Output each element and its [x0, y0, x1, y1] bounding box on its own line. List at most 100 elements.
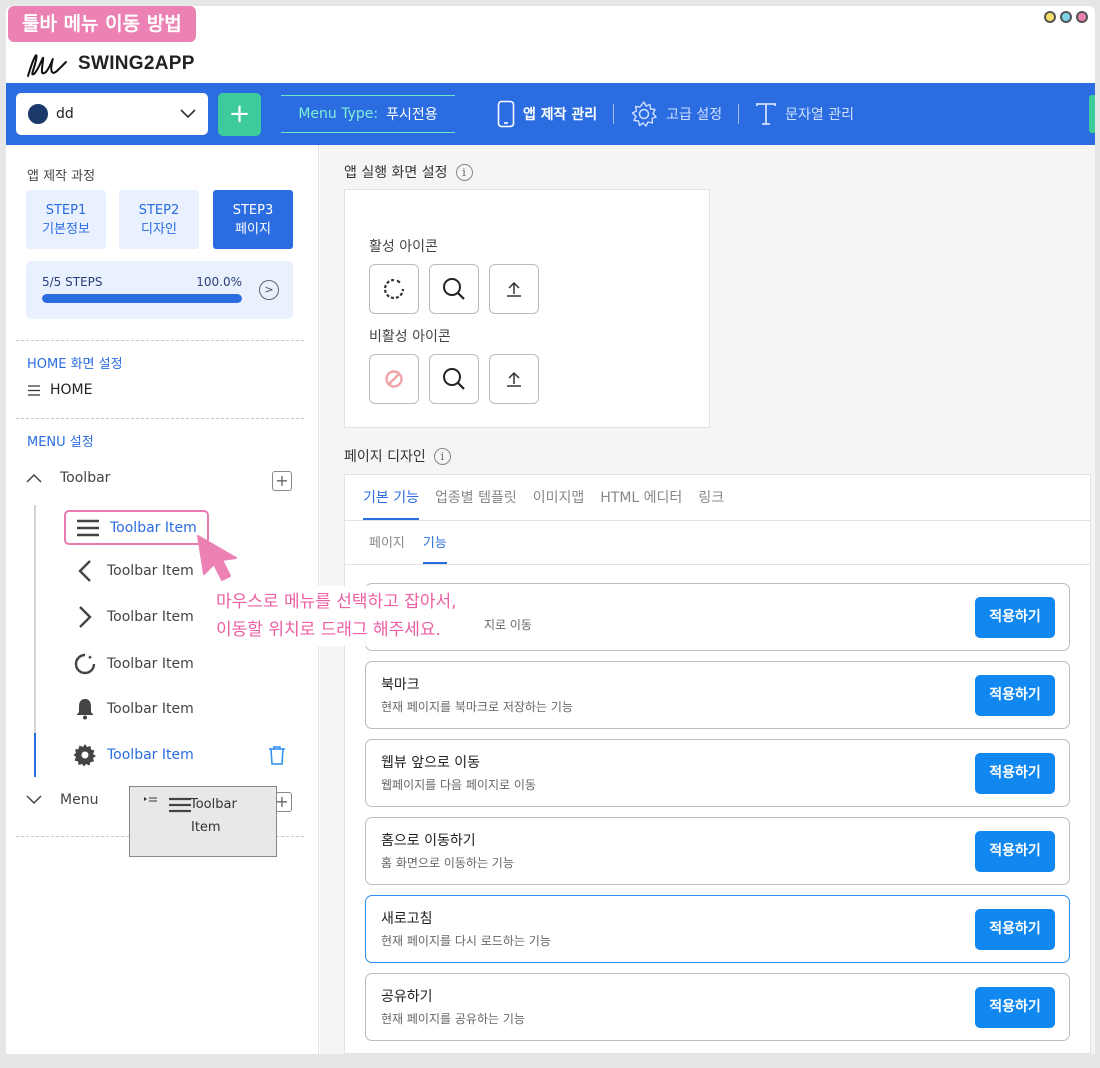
step1-sublabel: 기본정보	[42, 222, 90, 237]
brand-name: SWING2APP	[78, 53, 195, 74]
search-icon	[443, 368, 465, 390]
drag-instruction-line2: 이동할 위치로 드래그 해주세요.	[216, 620, 441, 640]
active-refresh-button[interactable]	[369, 264, 419, 314]
process-title: 앱 제작 과정	[27, 169, 96, 184]
progress-bar-fill	[42, 294, 242, 303]
drag-cursor-icon	[144, 797, 157, 802]
top-navigation-bar: dd + Menu Type: 푸시전용 앱 제작 관리 고급 설정 문자열 관…	[6, 83, 1095, 145]
hamburger-icon	[76, 516, 100, 540]
feature-description: 웹페이지를 다음 페이지로 이동	[381, 778, 536, 792]
pointer-arrow-icon	[197, 535, 237, 581]
apply-button[interactable]: 적용하기	[975, 831, 1055, 872]
trash-icon[interactable]	[267, 745, 287, 765]
toolbar-item[interactable]: Toolbar Item	[73, 651, 194, 677]
apply-button[interactable]: 적용하기	[975, 909, 1055, 950]
search-icon	[443, 278, 465, 300]
nav-app-management[interactable]: 앱 제작 관리	[481, 100, 613, 128]
toolbar-item-label: Toolbar Item	[107, 563, 194, 579]
add-toolbar-item-button[interactable]: +	[272, 471, 292, 491]
toolbar-item[interactable]: Toolbar Item	[73, 604, 194, 630]
inactive-search-button[interactable]	[429, 354, 479, 404]
menu-section-title: MENU 설정	[27, 435, 94, 450]
phone-icon	[497, 100, 515, 128]
chevron-up-icon	[26, 473, 42, 483]
page-design-title-text: 페이지 디자인	[344, 449, 426, 465]
feature-description: 홈 화면으로 이동하는 기능	[381, 856, 514, 870]
nav-advanced-settings[interactable]: 고급 설정	[614, 100, 738, 128]
tree-guide-line-active	[34, 733, 36, 777]
toolbar-group-header[interactable]: Toolbar	[26, 470, 110, 486]
menu-group-header[interactable]: Menu	[26, 792, 98, 808]
gear-icon	[631, 101, 657, 127]
text-icon	[756, 103, 777, 125]
step2-button[interactable]: STEP2 디자인	[119, 190, 199, 249]
drag-ghost-sublabel: Item	[191, 820, 221, 835]
hamburger-icon	[169, 797, 191, 813]
feature-description: 현재 페이지를 공유하는 기능	[381, 1012, 525, 1026]
home-menu-item[interactable]: HOME	[28, 382, 92, 398]
step1-label: STEP1	[45, 203, 87, 218]
info-icon[interactable]: i	[455, 163, 473, 181]
feature-card: 웹뷰 앞으로 이동 웹페이지를 다음 페이지로 이동 적용하기	[365, 739, 1070, 807]
feature-title: 새로고침	[381, 911, 433, 927]
apply-button[interactable]: 적용하기	[975, 753, 1055, 794]
step3-button[interactable]: STEP3 페이지	[213, 190, 293, 249]
guide-title-badge: 툴바 메뉴 이동 방법	[8, 6, 196, 42]
progress-next-button[interactable]: >	[259, 280, 279, 300]
info-icon[interactable]: i	[433, 447, 451, 465]
menu-type-label: Menu Type:	[298, 106, 379, 122]
apply-button[interactable]: 적용하기	[975, 675, 1055, 716]
tab-image-map[interactable]: 이미지맵	[533, 487, 585, 520]
inactive-upload-button[interactable]	[489, 354, 539, 404]
progress-label: 5/5 STEPS	[42, 275, 103, 289]
block-icon	[385, 370, 403, 388]
tab-industry-templates[interactable]: 업종별 템플릿	[435, 487, 517, 520]
feature-card-highlighted: 새로고침 현재 페이지를 다시 로드하는 기능 적용하기	[365, 895, 1070, 963]
top-nav: 앱 제작 관리 고급 설정 문자열 관리	[481, 83, 870, 145]
toolbar-item-selected[interactable]: Toolbar Item	[64, 510, 209, 545]
loading-icon	[383, 278, 405, 300]
feature-title: 공유하기	[381, 989, 433, 1005]
pink-dot-icon	[1076, 11, 1088, 23]
chevron-down-icon	[26, 795, 42, 805]
toolbar-item[interactable]: Toolbar Item	[73, 558, 194, 584]
yellow-dot-icon	[1044, 11, 1056, 23]
add-app-button[interactable]: +	[218, 93, 261, 136]
brand: SWING2APP	[24, 46, 195, 82]
home-section-title: HOME 화면 설정	[27, 357, 123, 372]
divider	[16, 418, 304, 419]
divider	[16, 340, 304, 341]
menu-group-label: Menu	[60, 792, 99, 808]
inactive-block-button[interactable]	[369, 354, 419, 404]
subtab-feature[interactable]: 기능	[422, 532, 447, 564]
nav-app-management-label: 앱 제작 관리	[523, 107, 598, 123]
toolbar-item[interactable]: Toolbar Item	[73, 742, 194, 768]
active-search-button[interactable]	[429, 264, 479, 314]
nav-string-management[interactable]: 문자열 관리	[739, 102, 870, 126]
bell-icon	[73, 697, 97, 721]
step1-button[interactable]: STEP1 기본정보	[26, 190, 106, 249]
gear-icon	[73, 743, 97, 767]
tab-html-editor[interactable]: HTML 에디터	[600, 487, 682, 520]
window-dots	[1044, 11, 1088, 23]
progress-percent: 100.0%	[196, 275, 242, 289]
tab-link[interactable]: 링크	[698, 487, 724, 520]
side-tab-handle[interactable]	[1089, 95, 1095, 133]
feature-title: 웹뷰 앞으로 이동	[381, 755, 481, 771]
subtab-page[interactable]: 페이지	[369, 532, 405, 564]
apply-button[interactable]: 적용하기	[975, 987, 1055, 1028]
nav-string-management-label: 문자열 관리	[785, 107, 854, 123]
app-selector[interactable]: dd	[16, 93, 208, 135]
feature-card: 지로 이동 적용하기	[365, 583, 1070, 651]
feature-card: 북마크 현재 페이지를 북마크로 저장하는 기능 적용하기	[365, 661, 1070, 729]
toolbar-item[interactable]: Toolbar Item	[73, 696, 194, 722]
step3-label: STEP3	[232, 203, 274, 218]
design-subtabs: 페이지 기능	[345, 521, 1090, 565]
chevron-right-icon	[73, 605, 97, 629]
toolbar-group-label: Toolbar	[60, 470, 111, 486]
active-upload-button[interactable]	[489, 264, 539, 314]
feature-card: 홈으로 이동하기 홈 화면으로 이동하는 기능 적용하기	[365, 817, 1070, 885]
apply-button[interactable]: 적용하기	[975, 597, 1055, 638]
tab-basic-features[interactable]: 기본 기능	[363, 487, 419, 520]
feature-title: 북마크	[381, 677, 420, 693]
